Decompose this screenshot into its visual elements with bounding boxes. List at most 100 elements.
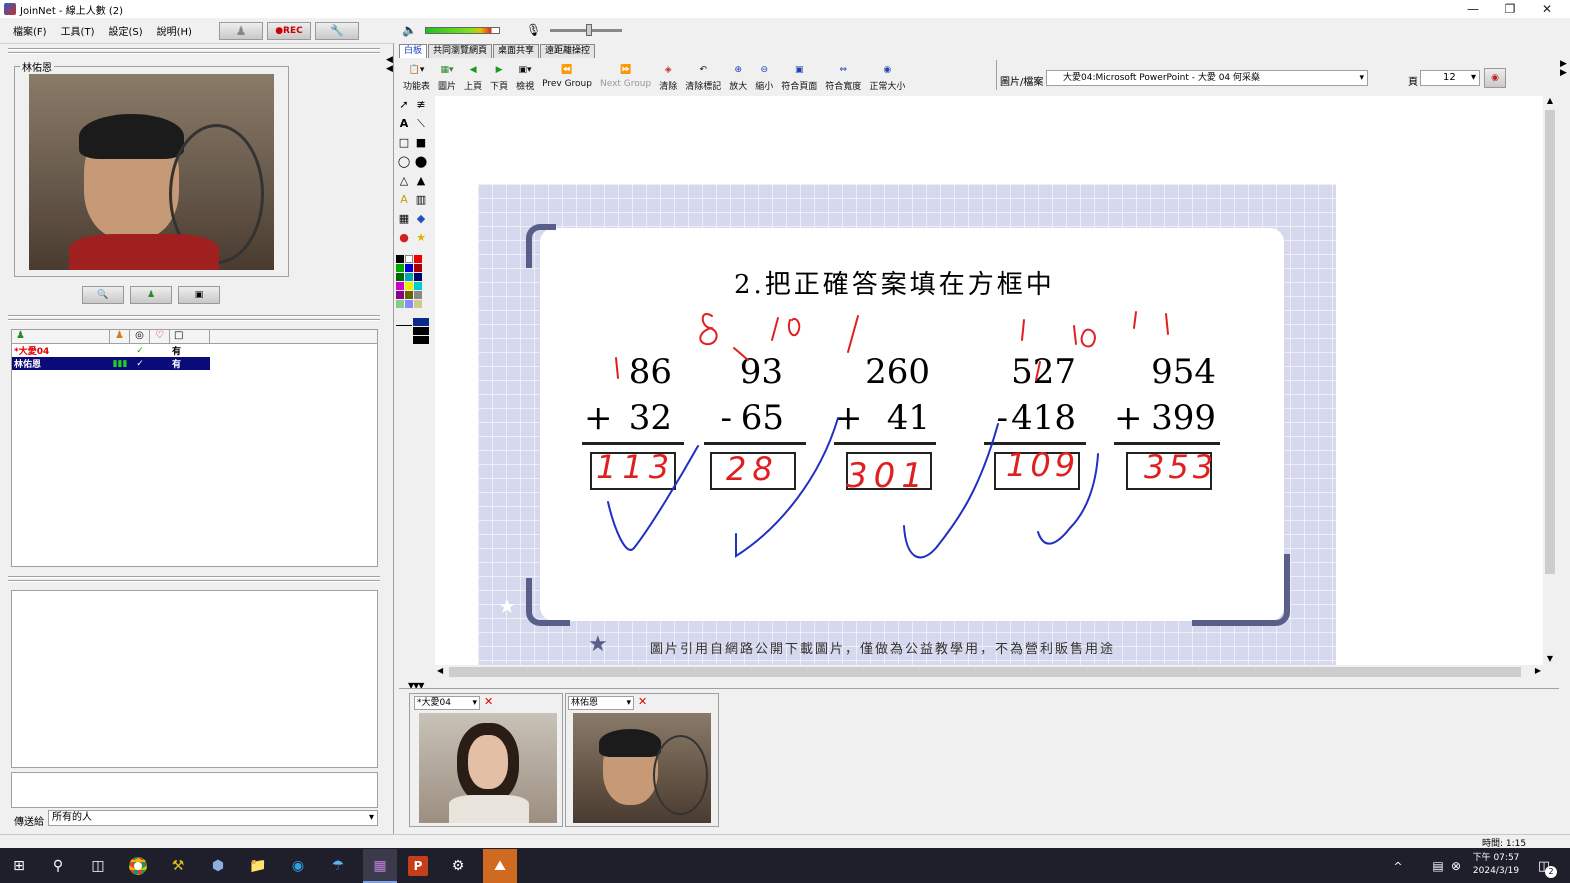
edge-icon[interactable]: ◉ (288, 856, 308, 876)
scroll-right-icon[interactable]: ▶ (1535, 666, 1541, 675)
normal-size-button[interactable]: ◉ 正常大小 (869, 60, 905, 92)
menu-settings[interactable]: 設定(S) (101, 23, 149, 38)
zoom-in-button[interactable]: ⊕ 放大 (729, 60, 747, 92)
speaker-icon[interactable]: 🔈 (402, 23, 417, 37)
line-tool-icon[interactable]: ⟍ (413, 117, 429, 135)
next-page-button[interactable]: ▶ 下頁 (490, 60, 508, 92)
highlight-text-tool-icon[interactable]: A (396, 193, 412, 211)
scroll-up-icon[interactable]: ▲ (1543, 96, 1557, 105)
filled-rect-tool-icon[interactable]: ■ (413, 136, 429, 154)
menu-tool-button[interactable]: 📋▾ 功能表 (403, 60, 430, 92)
video-tile-select[interactable]: 林佑恩 ▾ (568, 696, 634, 710)
filled-ellipse-tool-icon[interactable]: ⬤ (413, 155, 429, 173)
color-palette[interactable] (396, 255, 430, 308)
powerpoint-icon[interactable]: P (408, 856, 428, 876)
tab-whiteboard[interactable]: 白板 (399, 44, 428, 58)
chevron-up-icon[interactable]: ^ (1388, 856, 1408, 876)
panel-collapse-icon[interactable]: ▶ ▶ (1560, 60, 1568, 82)
clock[interactable]: 下午 07:57 2024/3/19 (1466, 852, 1526, 878)
cube-app-icon[interactable]: ⬢ (208, 856, 228, 876)
window-title: JoinNet - 線上人數 (2) (20, 5, 124, 17)
video-tile-select[interactable]: *大愛04 ▾ (414, 696, 480, 710)
splitter[interactable] (393, 44, 394, 834)
view-button[interactable]: ▣▾ 檢視 (516, 60, 534, 92)
page-select[interactable]: 12 ▾ (1420, 70, 1480, 86)
column-page-icon[interactable]: □ (170, 330, 210, 343)
scroll-left-icon[interactable]: ◀ (437, 666, 443, 675)
apple-stamp-icon[interactable]: ● (396, 231, 412, 249)
splitter-collapse-icon[interactable]: ◀ ◀ (386, 56, 393, 86)
file-select[interactable]: 大愛04:Microsoft PowerPoint - 大愛 04 何采燊 ▾ (1046, 70, 1368, 86)
settings-gear-icon[interactable]: ⚙ (448, 856, 468, 876)
presenter-button[interactable]: ♟ (218, 21, 263, 40)
vertical-scroll-thumb[interactable] (1545, 110, 1555, 574)
video-share-button[interactable]: ♟ (130, 286, 172, 304)
mic-volume-thumb[interactable] (586, 24, 592, 36)
rect-tool-icon[interactable]: □ (396, 136, 412, 154)
microphone-icon[interactable]: 🎙 (526, 23, 541, 37)
task-view-icon[interactable]: ◫ (88, 856, 108, 876)
send-to-select[interactable]: 所有的人 ▾ (48, 810, 378, 826)
prev-group-button[interactable]: ⏪ Prev Group (542, 60, 592, 89)
restore-button[interactable]: ❐ (1492, 0, 1528, 18)
video-tile: *大愛04 ▾ ✕ (409, 693, 563, 827)
tab-remote-control[interactable]: 遠距離操控 (540, 44, 596, 58)
polygon-tool-icon[interactable]: △ (396, 174, 412, 192)
menu-help[interactable]: 說明(H) (150, 23, 199, 38)
region-tool-icon[interactable]: ▦ (396, 212, 412, 230)
scroll-down-icon[interactable]: ▼ (1543, 654, 1557, 663)
marquee-tool-icon[interactable]: ▥ (413, 193, 429, 211)
file-explorer-icon[interactable]: 📁 (248, 856, 268, 876)
start-icon[interactable]: ⊞ (9, 856, 29, 876)
text-tool-icon[interactable]: A (396, 117, 412, 135)
prev-page-button[interactable]: ◀ 上頁 (464, 60, 482, 92)
snapshot-button[interactable]: ▣ (178, 286, 220, 304)
tab-bar: 白板 共同瀏覽網頁 桌面共享 遠距離操控 (399, 44, 596, 58)
column-presenter-icon[interactable]: ♟ (110, 330, 130, 343)
next-group-button[interactable]: ⏩ Next Group (600, 60, 651, 89)
fit-page-button[interactable]: ▣ 符合頁面 (781, 60, 817, 92)
network-icon[interactable]: ▤ (1428, 856, 1448, 876)
clear-button[interactable]: ◈ 清除 (659, 60, 677, 92)
horizontal-scrollbar[interactable]: ◀ ▶ (435, 665, 1543, 679)
line-width-palette[interactable] (396, 318, 430, 344)
picture-button[interactable]: ▦▾ 圖片 (438, 60, 456, 92)
column-name-icon[interactable]: ♟ (12, 330, 110, 343)
chat-log[interactable] (11, 590, 378, 768)
tab-cobrowse[interactable]: 共同瀏覽網頁 (428, 44, 493, 58)
vertical-scrollbar[interactable]: ▲ ▼ (1543, 96, 1557, 665)
record-button[interactable]: ● REC (266, 21, 311, 40)
close-video-icon[interactable]: ✕ (638, 695, 647, 708)
fit-width-button[interactable]: ⇔ 符合寬度 (825, 60, 861, 92)
zoom-out-button[interactable]: ⊖ 縮小 (755, 60, 773, 92)
network-app-icon[interactable]: ☂ (328, 856, 348, 876)
video-search-button[interactable]: 🔍 (82, 286, 124, 304)
select-arrow-icon[interactable]: ➚ (396, 98, 412, 116)
column-heart-icon[interactable]: ♡ (150, 330, 170, 343)
menu-tools[interactable]: 工具(T) (54, 23, 102, 38)
page-select-value: 12 (1443, 72, 1456, 83)
tools-app-icon[interactable]: ⚒ (168, 856, 188, 876)
chat-input[interactable] (11, 772, 378, 808)
clear-marks-button[interactable]: ↶ 清除標記 (685, 60, 721, 92)
filled-polygon-tool-icon[interactable]: ▲ (413, 174, 429, 192)
tab-desktop-share[interactable]: 桌面共享 (493, 44, 540, 58)
lasso-icon[interactable]: ≇ (413, 98, 429, 116)
participant-row-selected[interactable]: 林佑恩 ▮▮▮ ✓ 有 (12, 357, 210, 370)
minimize-button[interactable]: — (1455, 0, 1491, 18)
ellipse-tool-icon[interactable]: ◯ (396, 155, 412, 173)
volume-muted-icon[interactable]: ⊗ (1446, 856, 1466, 876)
chrome-icon[interactable] (128, 856, 148, 876)
whiteboard-canvas[interactable]: 2.把正確答案填在方框中 86 + 32 93 - 65 260 + 41 52… (435, 96, 1543, 665)
horizontal-scroll-thumb[interactable] (449, 667, 1521, 677)
participant-row[interactable]: *大愛04 ✓ 有 (12, 344, 210, 358)
eraser-tool-icon[interactable]: ◆ (413, 212, 429, 230)
close-video-icon[interactable]: ✕ (484, 695, 493, 708)
settings-wrench-button[interactable]: 🔧 (314, 21, 359, 40)
menu-file[interactable]: 檔案(F) (6, 23, 54, 38)
search-icon[interactable]: ⚲ (48, 856, 68, 876)
slide-thumbnail-button[interactable]: ◉ (1484, 68, 1506, 88)
column-mic-icon[interactable]: ◎ (130, 330, 150, 343)
close-button[interactable]: ✕ (1529, 0, 1565, 18)
star-stamp-icon[interactable]: ★ (413, 231, 429, 249)
